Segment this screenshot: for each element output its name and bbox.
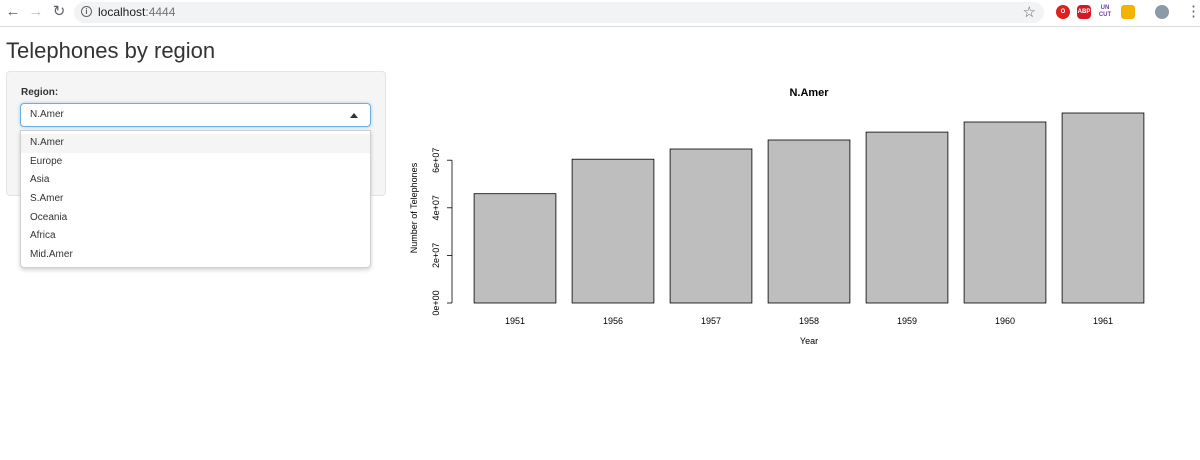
bar-1951 bbox=[473, 193, 557, 304]
bar-1960 bbox=[963, 121, 1047, 304]
bar-1957 bbox=[669, 148, 753, 304]
y-tick-label: 0e+00 bbox=[431, 290, 441, 315]
bar-1958 bbox=[767, 139, 851, 304]
x-tick-label-1956: 1956 bbox=[603, 316, 623, 326]
bars-layer bbox=[473, 112, 1145, 304]
x-tick-label-1959: 1959 bbox=[897, 316, 917, 326]
x-tick-label-1957: 1957 bbox=[701, 316, 721, 326]
x-axis-ticks: 1951 1956 1957 1958 1959 1960 1961 bbox=[505, 316, 1113, 326]
bar-1959 bbox=[865, 131, 949, 304]
x-tick-label-1951: 1951 bbox=[505, 316, 525, 326]
bar-1956 bbox=[571, 158, 655, 304]
y-axis: 0e+00 2e+07 4e+07 6e+07 bbox=[431, 148, 453, 316]
chart-title: N.Amer bbox=[789, 87, 829, 99]
telephones-bar-chart: N.Amer Year Number of Telephones 0e+00 2e… bbox=[409, 87, 1145, 346]
x-tick-label-1958: 1958 bbox=[799, 316, 819, 326]
y-tick-label: 4e+07 bbox=[431, 195, 441, 220]
bar-1961 bbox=[1061, 112, 1145, 304]
y-axis-label: Number of Telephones bbox=[409, 162, 419, 253]
x-tick-label-1961: 1961 bbox=[1093, 316, 1113, 326]
y-tick-label: 2e+07 bbox=[431, 243, 441, 268]
x-axis-label: Year bbox=[800, 336, 818, 346]
y-tick-label: 6e+07 bbox=[431, 148, 441, 173]
x-tick-label-1960: 1960 bbox=[995, 316, 1015, 326]
